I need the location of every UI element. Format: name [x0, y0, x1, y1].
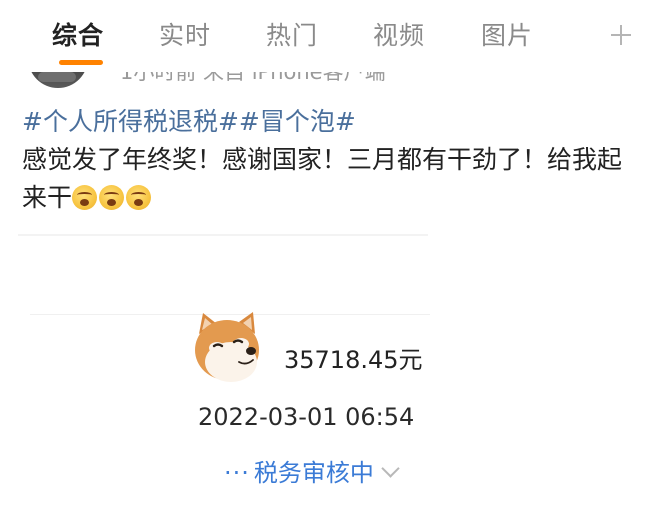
refund-amount: 35718.45元 — [284, 346, 423, 374]
divider — [18, 234, 428, 236]
refund-datetime: 2022-03-01 06:54 — [198, 403, 415, 431]
tab-realtime[interactable]: 实时 — [159, 18, 211, 54]
top-tab-bar: 综合 实时 热门 视频 图片 — [0, 0, 650, 72]
chevron-down-icon[interactable] — [381, 459, 400, 478]
status-label: 税务审核中 — [253, 459, 374, 487]
post-text: #个人所得税退税##冒个泡# 感觉发了年终奖！感谢国家！三月都有干劲了！给我起来… — [22, 103, 632, 217]
tab-comprehensive[interactable]: 综合 — [52, 18, 104, 54]
hashtag-bubble[interactable]: #冒个泡# — [239, 107, 356, 136]
active-tab-indicator — [59, 60, 103, 65]
status-dots: ··· — [224, 459, 250, 487]
hashtag-tax-refund[interactable]: #个人所得税退税# — [22, 107, 239, 136]
scream-face-icon — [126, 185, 152, 210]
tab-hot[interactable]: 热门 — [266, 18, 318, 54]
refund-status[interactable]: ··· 税务审核中 — [224, 456, 400, 490]
scream-face-icon — [72, 185, 98, 210]
tab-images[interactable]: 图片 — [481, 18, 533, 54]
tab-video[interactable]: 视频 — [373, 18, 425, 54]
shiba-dog-avatar — [195, 312, 259, 382]
scream-face-icon — [99, 185, 125, 210]
plus-icon[interactable] — [603, 17, 639, 53]
